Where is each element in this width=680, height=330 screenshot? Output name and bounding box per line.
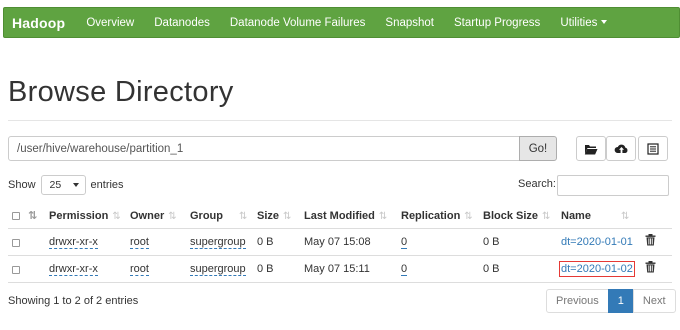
- entries-label: entries: [90, 179, 124, 191]
- header-replication[interactable]: Replication ⇅: [401, 210, 473, 222]
- header-size-label: Size: [257, 210, 280, 222]
- page-button[interactable]: 1: [607, 289, 634, 313]
- header-size[interactable]: Size ⇅: [257, 210, 291, 222]
- search-label: Search:: [518, 178, 556, 190]
- cloud-upload-icon: [614, 143, 629, 155]
- show-label: Show: [8, 179, 36, 191]
- permission-link[interactable]: drwxr-xr-x: [49, 236, 98, 249]
- owner-link[interactable]: root: [130, 236, 149, 249]
- select-all-checkbox[interactable]: [12, 211, 20, 223]
- block-size-value: 0 B: [483, 263, 500, 275]
- open-directory-button[interactable]: [576, 136, 606, 161]
- header-name[interactable]: Name ⇅: [561, 210, 629, 222]
- name-link[interactable]: dt=2020-01-02: [559, 261, 635, 277]
- header-group[interactable]: Group ⇅: [190, 210, 247, 222]
- block-size-value: 0 B: [483, 236, 500, 248]
- header-block-size-label: Block Size: [483, 210, 539, 222]
- header-permission[interactable]: Permission ⇅: [49, 210, 121, 222]
- pagination: Previous 1 Next: [546, 289, 676, 313]
- upload-button[interactable]: [606, 136, 636, 161]
- row-checkbox[interactable]: [12, 238, 20, 250]
- page-size-value: 25: [49, 179, 62, 191]
- header-block-size[interactable]: Block Size ⇅: [483, 210, 550, 222]
- navbar: Hadoop Overview Datanodes Datanode Volum…: [3, 7, 680, 38]
- last-modified-value: May 07 15:08: [304, 236, 371, 248]
- group-link[interactable]: supergroup: [190, 263, 246, 276]
- table-info: Showing 1 to 2 of 2 entries: [8, 295, 139, 307]
- dropdown-arrow-icon: [72, 183, 79, 187]
- file-table: ⇅ Permission ⇅ Owner ⇅ Group ⇅ Size ⇅ Last M…: [8, 203, 672, 283]
- page-size-select[interactable]: 25: [40, 175, 86, 195]
- sort-icon: ⇅: [378, 211, 388, 222]
- sort-icon: ⇅: [168, 211, 177, 222]
- name-link[interactable]: dt=2020-01-01: [561, 236, 633, 248]
- nav-item-datanodes[interactable]: Datanodes: [144, 17, 220, 29]
- owner-link[interactable]: root: [130, 263, 149, 276]
- header-last-modified[interactable]: Last Modified ⇅: [304, 210, 387, 222]
- brand-logo[interactable]: Hadoop: [4, 15, 76, 31]
- sort-icon: ⇅: [239, 211, 248, 222]
- header-owner-label: Owner: [130, 210, 165, 222]
- nav-item-utilities[interactable]: Utilities: [550, 17, 617, 29]
- nav-item-datanode-volume-failures[interactable]: Datanode Volume Failures: [220, 17, 376, 29]
- size-value: 0 B: [257, 263, 274, 275]
- nav-item-snapshot[interactable]: Snapshot: [375, 17, 444, 29]
- sort-icon[interactable]: ⇅: [28, 209, 37, 222]
- permission-link[interactable]: drwxr-xr-x: [49, 263, 98, 276]
- list-view-button[interactable]: [638, 136, 668, 161]
- replication-link[interactable]: 0: [401, 263, 408, 276]
- page-size-control: Show 25 entries: [8, 175, 124, 195]
- sort-icon: ⇅: [542, 211, 551, 222]
- sort-icon: ⇅: [464, 211, 473, 222]
- sort-icon: ⇅: [283, 211, 292, 222]
- replication-link[interactable]: 0: [401, 236, 408, 249]
- header-last-modified-label: Last Modified: [304, 210, 375, 222]
- trash-icon[interactable]: [645, 261, 656, 276]
- header-replication-label: Replication: [401, 210, 461, 222]
- sort-icon: ⇅: [112, 211, 121, 222]
- page-title: Browse Directory: [8, 76, 234, 108]
- previous-button[interactable]: Previous: [546, 289, 609, 313]
- table-row: drwxr-xr-x root supergroup 0 B May 07 15…: [8, 256, 672, 283]
- folder-open-icon: [584, 143, 598, 155]
- trash-icon[interactable]: [645, 234, 656, 249]
- group-link[interactable]: supergroup: [190, 236, 246, 249]
- search-input[interactable]: [557, 175, 669, 196]
- list-icon: [647, 142, 659, 155]
- table-row: drwxr-xr-x root supergroup 0 B May 07 15…: [8, 229, 672, 256]
- nav-item-startup-progress[interactable]: Startup Progress: [444, 17, 550, 29]
- header-permission-label: Permission: [49, 210, 109, 222]
- table-header: ⇅ Permission ⇅ Owner ⇅ Group ⇅ Size ⇅ Last M…: [8, 203, 672, 229]
- nav-item-utilities-label: Utilities: [560, 16, 598, 29]
- title-divider: [8, 120, 672, 121]
- row-checkbox[interactable]: [12, 265, 20, 277]
- next-button[interactable]: Next: [632, 289, 676, 313]
- header-owner[interactable]: Owner ⇅: [130, 210, 177, 222]
- go-button[interactable]: Go!: [519, 136, 557, 161]
- size-value: 0 B: [257, 236, 274, 248]
- last-modified-value: May 07 15:11: [304, 263, 370, 275]
- header-name-label: Name: [561, 210, 591, 222]
- path-input[interactable]: [8, 136, 520, 161]
- header-group-label: Group: [190, 210, 223, 222]
- caret-down-icon: [601, 20, 608, 25]
- nav-item-overview[interactable]: Overview: [76, 17, 144, 29]
- sort-icon: ⇅: [620, 211, 630, 222]
